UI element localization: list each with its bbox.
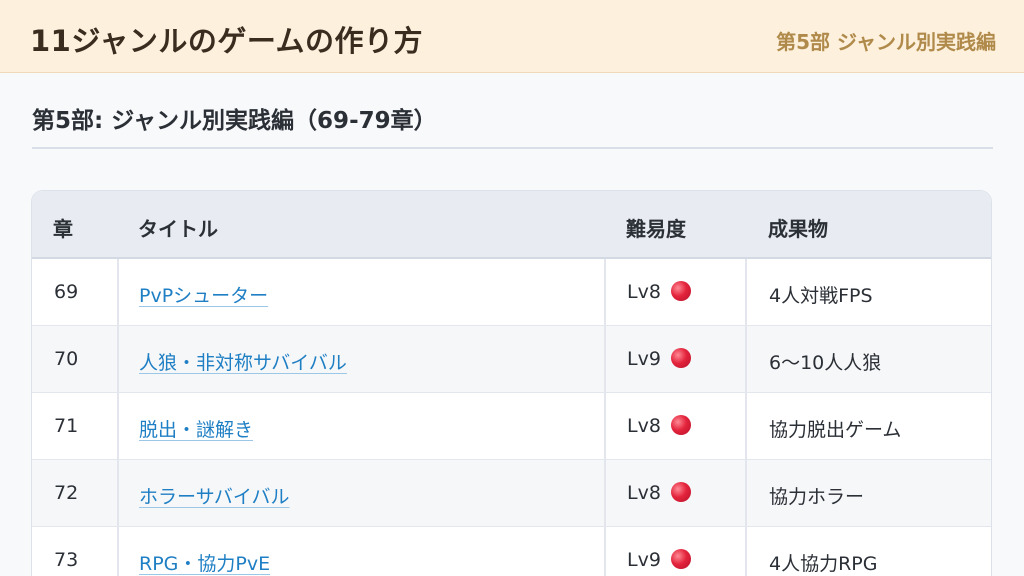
- red-circle-icon: [670, 549, 691, 569]
- top-bar: 11ジャンルのゲームの作り方 第5部 ジャンル別実践編: [0, 0, 1024, 73]
- red-circle-icon: [670, 281, 691, 301]
- section-heading: 第5部: ジャンル別実践編（69-79章）: [32, 108, 437, 134]
- chapter-title-link[interactable]: 人狼・非対称サバイバル: [139, 352, 347, 374]
- difficulty-level: Lv8: [627, 281, 661, 303]
- red-circle-icon: [670, 348, 691, 368]
- difficulty-level: Lv8: [627, 482, 661, 504]
- column-header-chapter: 章: [53, 217, 73, 241]
- part-label: 第5部 ジャンル別実践編: [776, 30, 996, 54]
- difficulty-level: Lv9: [627, 348, 661, 370]
- red-circle-icon: [670, 415, 691, 435]
- column-header-difficulty: 難易度: [626, 217, 686, 241]
- heading-divider: [32, 147, 993, 149]
- output-text: 4人対戦FPS: [769, 285, 873, 307]
- chapter-number: 72: [54, 482, 79, 504]
- column-header-title: タイトル: [138, 217, 218, 241]
- chapter-title-link[interactable]: 脱出・謎解き: [139, 419, 253, 441]
- chapter-number: 71: [54, 415, 79, 437]
- difficulty-level: Lv9: [627, 549, 661, 571]
- table-row: 69 PvPシューター Lv8 4人対戦FPS: [32, 259, 991, 326]
- chapter-number: 70: [54, 348, 79, 370]
- output-text: 協力ホラー: [769, 486, 865, 508]
- chapter-number: 69: [54, 281, 79, 303]
- difficulty-level: Lv8: [627, 415, 661, 437]
- chapter-title-link[interactable]: ホラーサバイバル: [139, 486, 289, 508]
- table-header: 章 タイトル 難易度 成果物: [32, 191, 991, 259]
- chapter-number: 73: [54, 549, 79, 571]
- table-row: 70 人狼・非対称サバイバル Lv9 6〜10人人狼: [32, 326, 991, 393]
- red-circle-icon: [670, 482, 691, 502]
- table-row: 73 RPG・協力PvE Lv9 4人協力RPG: [32, 527, 991, 576]
- output-text: 6〜10人人狼: [769, 352, 882, 374]
- site-title[interactable]: 11ジャンルのゲームの作り方: [30, 18, 423, 60]
- table-row: 72 ホラーサバイバル Lv8 協力ホラー: [32, 460, 991, 527]
- column-header-output: 成果物: [768, 217, 828, 241]
- table-row: 71 脱出・謎解き Lv8 協力脱出ゲーム: [32, 393, 991, 460]
- chapter-title-link[interactable]: PvPシューター: [139, 285, 268, 307]
- chapter-title-link[interactable]: RPG・協力PvE: [139, 553, 270, 575]
- output-text: 協力脱出ゲーム: [769, 419, 902, 441]
- output-text: 4人協力RPG: [769, 553, 878, 575]
- chapter-table: 章 タイトル 難易度 成果物 69 PvPシューター Lv8 4人対戦FPS 7…: [31, 190, 992, 576]
